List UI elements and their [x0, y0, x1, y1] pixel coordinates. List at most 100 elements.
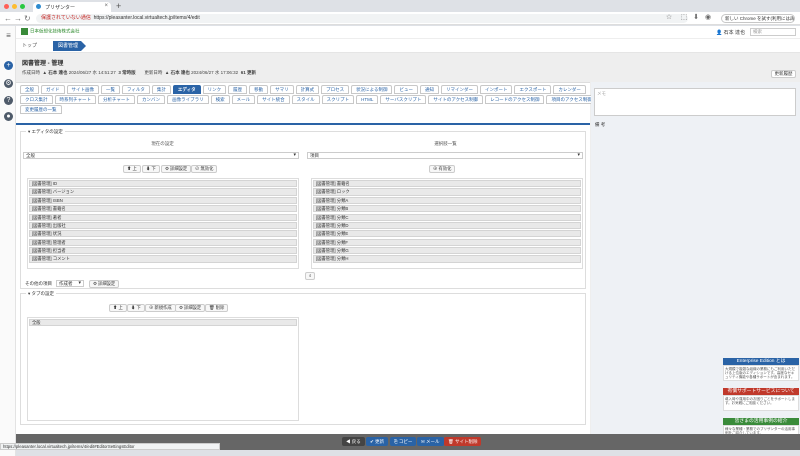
- address-bar[interactable]: 保護されていない通信 https://pleasanter.local.virt…: [36, 14, 688, 23]
- browser-tab[interactable]: プリザンター ×: [33, 2, 111, 12]
- logo[interactable]: 日本仮想化技術株式会社: [21, 28, 80, 35]
- download-icon[interactable]: ⬇: [692, 14, 700, 22]
- forward-icon[interactable]: →: [14, 13, 22, 24]
- list-item[interactable]: [図書管理] 分類B: [313, 205, 581, 213]
- tab-item[interactable]: ガイド: [41, 85, 65, 94]
- list-item[interactable]: [図書管理] 分類H: [313, 255, 581, 263]
- list-item[interactable]: [図書管理] ISBN: [29, 196, 297, 204]
- list-item[interactable]: [図書管理] 管理者: [29, 238, 297, 246]
- history-button[interactable]: 更新履歴: [771, 70, 796, 78]
- tab-new-button[interactable]: ⊕ 新規作成: [145, 304, 176, 312]
- copy-button[interactable]: ⎘ コピー: [390, 437, 417, 446]
- tab-item[interactable]: 全般: [20, 85, 39, 94]
- tab-item[interactable]: ビュー: [394, 85, 418, 94]
- list-item[interactable]: [図書管理] 分類E: [313, 230, 581, 238]
- select-list-select[interactable]: 項目: [307, 152, 583, 159]
- detail-button[interactable]: ⚙ 詳細設定: [161, 165, 192, 173]
- list-item[interactable]: [図書管理] 出版社: [29, 221, 297, 230]
- tab-item[interactable]: メール: [231, 95, 256, 104]
- extension-icon[interactable]: ⬚: [680, 14, 688, 22]
- other-detail-button[interactable]: ⚙ 詳細設定: [89, 280, 120, 288]
- update-button[interactable]: ✔ 更新: [366, 437, 389, 446]
- delete-site-button[interactable]: 🗑 サイト削除: [444, 437, 482, 446]
- tab-item[interactable]: 画像ライブラリ: [167, 95, 209, 104]
- select-items-list[interactable]: [図書管理] 書籍名 [図書管理] ロック [図書管理] 分類A [図書管理] 分類B…: [311, 178, 583, 269]
- list-item[interactable]: [図書管理] 書籍名: [313, 180, 581, 188]
- help-icon[interactable]: ?: [4, 96, 13, 105]
- back-button[interactable]: ◀ 戻る: [342, 437, 365, 446]
- tab-item[interactable]: リマインダー: [440, 85, 478, 94]
- menu-icon[interactable]: ≡: [4, 31, 13, 40]
- profile-icon[interactable]: ◉: [704, 14, 712, 22]
- list-item[interactable]: [図書管理] 分類A: [313, 196, 581, 204]
- bookmark-star-icon[interactable]: ☆: [665, 14, 673, 22]
- tab-item[interactable]: カレンダー: [553, 85, 586, 94]
- list-item[interactable]: [図書管理] 書籍名: [29, 205, 297, 213]
- tab-item[interactable]: 変更履歴の一覧: [20, 105, 62, 114]
- tab-items-list[interactable]: 全般: [27, 317, 299, 421]
- user-menu[interactable]: 👤 石本 達也: [716, 29, 745, 36]
- new-chrome-button[interactable]: 新しい Chrome を試す(利用には再起動が必要です): [721, 14, 795, 23]
- tab-delete-button[interactable]: 🗑 削除: [205, 304, 229, 312]
- tab-item[interactable]: レコードのアクセス制御: [485, 95, 545, 104]
- enable-button[interactable]: ⊕ 有効化: [429, 165, 456, 173]
- tab-item[interactable]: サマリ: [270, 85, 294, 94]
- tab-item[interactable]: 分析チャート: [97, 95, 135, 104]
- gear-icon[interactable]: ⚙: [4, 79, 13, 88]
- tab-item[interactable]: スタイル: [291, 95, 320, 104]
- list-item[interactable]: [図書管理] コメント: [29, 255, 297, 263]
- zoom-window-icon[interactable]: [20, 4, 25, 9]
- list-item[interactable]: [図書管理] 分類C: [313, 213, 581, 221]
- window-controls[interactable]: [4, 4, 25, 9]
- up-button[interactable]: ⬆ 上: [123, 165, 141, 173]
- list-item[interactable]: 全般: [29, 319, 297, 327]
- search-icon[interactable]: ⌕: [305, 272, 316, 280]
- ad-support[interactable]: 有償サポートサービスについて 導入時や運用中のお困りごとをサポートします。お気軽に…: [723, 388, 799, 411]
- tab-item[interactable]: カンバン: [136, 95, 166, 104]
- memo-textarea[interactable]: メモ: [594, 88, 796, 116]
- tab-item[interactable]: インポート: [479, 85, 513, 94]
- list-item[interactable]: [図書管理] 担当者: [29, 247, 297, 255]
- down-button[interactable]: ⬇ 下: [142, 165, 160, 173]
- tab-item[interactable]: リンク: [202, 85, 227, 94]
- breadcrumb-current[interactable]: 図書管理: [53, 41, 86, 51]
- tab-item[interactable]: クロス集計: [20, 95, 53, 104]
- tab-item[interactable]: サイト画像: [66, 85, 99, 94]
- tab-item[interactable]: 通知: [419, 85, 439, 94]
- minimize-window-icon[interactable]: [12, 4, 17, 9]
- tab-detail-button[interactable]: ⚙ 詳細設定: [175, 304, 206, 312]
- search-input[interactable]: 検索: [750, 28, 796, 36]
- current-items-list[interactable]: [図書管理] ID [図書管理] バージョン [図書管理] ISBN [図書管理] 書…: [27, 178, 299, 269]
- list-item[interactable]: [図書管理] 状況: [29, 230, 297, 238]
- ad-enterprise[interactable]: Enterprise Edition とは 大規模で複雑な組織の業務にもご利用いた…: [723, 358, 799, 381]
- tab-item[interactable]: フィルタ: [122, 85, 150, 94]
- list-item[interactable]: [図書管理] ID: [29, 180, 297, 188]
- user-icon[interactable]: ●: [4, 112, 13, 121]
- new-tab-icon[interactable]: +: [116, 1, 121, 11]
- tab-down-button[interactable]: ⬇ 下: [127, 304, 145, 312]
- tab-item[interactable]: プロセス: [321, 85, 350, 94]
- list-item[interactable]: [図書管理] ロック: [313, 188, 581, 196]
- tab-item[interactable]: スクリプト: [321, 95, 355, 104]
- list-item[interactable]: [図書管理] バージョン: [29, 188, 297, 196]
- close-tab-icon[interactable]: ×: [104, 3, 108, 9]
- tab-item[interactable]: エクスポート: [514, 85, 552, 94]
- list-item[interactable]: [図書管理] 著者: [29, 213, 297, 221]
- list-item[interactable]: [図書管理] 分類D: [313, 221, 581, 230]
- list-item[interactable]: [図書管理] 分類F: [313, 238, 581, 246]
- tab-item[interactable]: 検索: [210, 95, 230, 104]
- tab-up-button[interactable]: ⬆ 上: [109, 304, 127, 312]
- close-window-icon[interactable]: [4, 4, 9, 9]
- current-select[interactable]: 全般: [23, 152, 299, 159]
- disable-button[interactable]: ⊘ 無効化: [191, 165, 218, 173]
- tab-item[interactable]: 一覧: [101, 85, 120, 94]
- other-select[interactable]: 作成者: [56, 280, 84, 287]
- tab-item[interactable]: サイト統合: [257, 95, 290, 104]
- breadcrumb-top[interactable]: トップ: [22, 42, 37, 51]
- tab-item[interactable]: エディタ: [172, 85, 201, 94]
- tab-item[interactable]: 集計: [151, 85, 171, 94]
- back-icon[interactable]: ←: [4, 13, 12, 24]
- tab-item[interactable]: 時系列チャート: [54, 95, 96, 104]
- list-item[interactable]: [図書管理] 分類G: [313, 247, 581, 255]
- tab-item[interactable]: サーバスクリプト: [380, 95, 427, 104]
